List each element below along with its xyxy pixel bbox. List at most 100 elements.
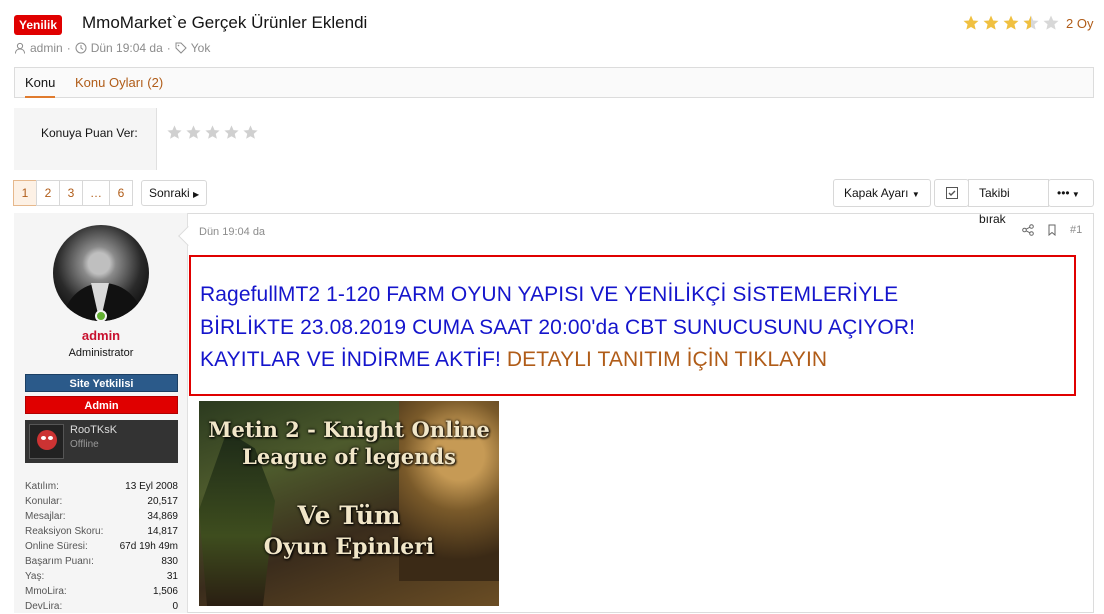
announcement-line-2: BİRLİKTE 23.08.2019 CUMA SAAT 20:00'da C…: [200, 316, 916, 339]
user-stats: Katılım: 13 Eyl 2008 Konular: 20,517 Mesajla…: [25, 479, 178, 614]
thread-tags: Yok: [190, 41, 211, 55]
promo-line-3: Ve Tüm: [297, 501, 401, 530]
rate-star-icon[interactable]: [185, 124, 202, 146]
caret-down-icon: ▼: [911, 190, 920, 199]
user-stat-label: Konular:: [25, 496, 63, 507]
more-options-button[interactable]: ••• ▼: [1048, 179, 1094, 207]
prefix-badge[interactable]: Yenilik: [14, 15, 63, 35]
rate-star-icon[interactable]: [242, 124, 259, 146]
rate-star-icon[interactable]: [223, 124, 240, 146]
user-stat-value: 13 Eyl 2008: [125, 481, 178, 492]
meta-separator: ·: [66, 41, 71, 55]
user-stat-value: 67d 19h 49m: [119, 541, 178, 552]
post-actions: #1: [1022, 224, 1082, 236]
user-stat-label: DevLira:: [25, 601, 63, 612]
next-page-button[interactable]: Sonraki ▶: [141, 180, 208, 206]
user-stat-value: 31: [166, 571, 178, 582]
user-stat-value: 830: [161, 556, 178, 567]
rating-star-icon: [962, 14, 980, 37]
thread-header: Yenilik MmoMarket`e Gerçek Ürünler Eklen…: [0, 0, 1104, 62]
rating-star-icon: [1042, 14, 1060, 37]
tab-thread[interactable]: Konu: [25, 68, 56, 98]
user-stat-value: 20,517: [147, 496, 178, 507]
post-date[interactable]: Dün 19:04 da: [199, 226, 265, 238]
promo-image[interactable]: Metin 2 - Knight Online League of legend…: [199, 401, 499, 606]
tag-icon: [175, 42, 187, 54]
rating-star-icon: [1022, 14, 1040, 37]
user-stat-row: Başarım Puanı: 830: [25, 554, 178, 569]
vote-count-link[interactable]: 2 Oy: [1066, 16, 1093, 31]
unwatch-button[interactable]: Takibi bırak: [968, 179, 1049, 226]
page-link-3[interactable]: 3: [59, 180, 83, 206]
next-page-label: Sonraki: [149, 186, 190, 200]
promo-line-2: League of legends: [242, 444, 456, 469]
banner-site-staff: Site Yetkilisi: [25, 374, 178, 392]
rate-star-icon[interactable]: [204, 124, 221, 146]
user-stat-value: 34,869: [147, 511, 178, 522]
share-icon[interactable]: [1022, 224, 1034, 236]
user-stat-label: Online Süresi:: [25, 541, 88, 552]
select-toggle-button[interactable]: [934, 179, 969, 207]
thread-date[interactable]: Dün 19:04 da: [91, 41, 163, 55]
rate-label: Konuya Puan Ver:: [41, 126, 138, 140]
bookmark-icon[interactable]: [1046, 224, 1058, 236]
page-link-2[interactable]: 2: [36, 180, 60, 206]
linked-account-status: Offline: [70, 439, 99, 450]
thread-author-link[interactable]: admin: [30, 41, 63, 55]
user-stat-row: Reaksiyon Skoru: 14,817: [25, 524, 178, 539]
user-stat-label: Mesajlar:: [25, 511, 66, 522]
user-stat-row: MmoLira: 1,506: [25, 584, 178, 599]
clock-icon: [75, 42, 87, 54]
user-stat-row: Mesajlar: 34,869: [25, 509, 178, 524]
pagination: 1 2 3 … 6 Sonraki ▶: [13, 180, 208, 206]
rating-star-icon: [982, 14, 1000, 37]
online-status-indicator: [95, 310, 107, 322]
thread-meta: admin · Dün 19:04 da · Yok: [14, 41, 210, 55]
announcement-line-3: KAYITLAR VE İNDİRME AKTİF! DETAYLI TANIT…: [200, 348, 827, 372]
thread-tabs: Konu Konu Oyları (2): [14, 67, 1094, 98]
rate-star-icon[interactable]: [166, 124, 183, 146]
post-username[interactable]: admin: [14, 328, 188, 343]
user-stat-row: DevLira: 0: [25, 599, 178, 614]
user-stat-label: Başarım Puanı:: [25, 556, 94, 567]
page-jump[interactable]: …: [82, 180, 110, 206]
user-stat-value: 1,506: [152, 586, 178, 597]
banner-admin: Admin: [25, 396, 178, 414]
user-stat-value: 0: [172, 601, 178, 612]
meta-separator: ·: [166, 41, 171, 55]
linked-account-card[interactable]: RooTKsK Offline: [25, 420, 178, 463]
rate-stars-input[interactable]: [166, 124, 259, 146]
user-stat-row: Katılım: 13 Eyl 2008: [25, 479, 178, 494]
user-stat-row: Yaş: 31: [25, 569, 178, 584]
user-title: Administrator: [68, 347, 134, 359]
tab-thread-votes[interactable]: Konu Oyları (2): [75, 68, 163, 97]
linked-account-name: RooTKsK: [70, 424, 118, 436]
thread-title: MmoMarket`e Gerçek Ürünler Eklendi: [82, 13, 368, 32]
caret-down-icon: ▼: [1069, 190, 1080, 199]
announcement-line-1: RagefullMT2 1-120 FARM OYUN YAPISI VE YE…: [200, 283, 899, 306]
rating-star-icon: [1002, 14, 1020, 37]
checkbox-icon: [945, 187, 958, 199]
cover-settings-label: Kapak Ayarı: [844, 186, 909, 200]
post-number[interactable]: #1: [1070, 224, 1082, 236]
user-avatar[interactable]: [53, 225, 149, 321]
more-options-label: •••: [1057, 186, 1070, 200]
user-stat-label: MmoLira:: [25, 586, 67, 597]
page-link-1[interactable]: 1: [13, 180, 37, 206]
promo-line-1: Metin 2 - Knight Online: [208, 417, 490, 442]
user-stat-row: Konular: 20,517: [25, 494, 178, 509]
announcement-line-3-text: KAYITLAR VE İNDİRME AKTİF!: [200, 348, 507, 371]
user-stat-label: Reaksiyon Skoru:: [25, 526, 104, 537]
user-stat-label: Yaş:: [25, 571, 45, 582]
user-icon: [15, 42, 25, 54]
user-stat-value: 14,817: [147, 526, 178, 537]
linked-account-avatar: [29, 424, 64, 459]
page-link-6[interactable]: 6: [109, 180, 133, 206]
user-stat-row: Online Süresi: 67d 19h 49m: [25, 539, 178, 554]
promo-line-4: Oyun Epinleri: [263, 534, 435, 560]
thread-rating-stars: [962, 14, 1060, 37]
caret-right-icon: ▶: [193, 190, 200, 199]
details-link[interactable]: DETAYLI TANITIM İÇİN TIKLAYIN: [507, 348, 827, 371]
cover-settings-button[interactable]: Kapak Ayarı ▼: [833, 179, 931, 207]
user-stat-label: Katılım:: [25, 481, 59, 492]
